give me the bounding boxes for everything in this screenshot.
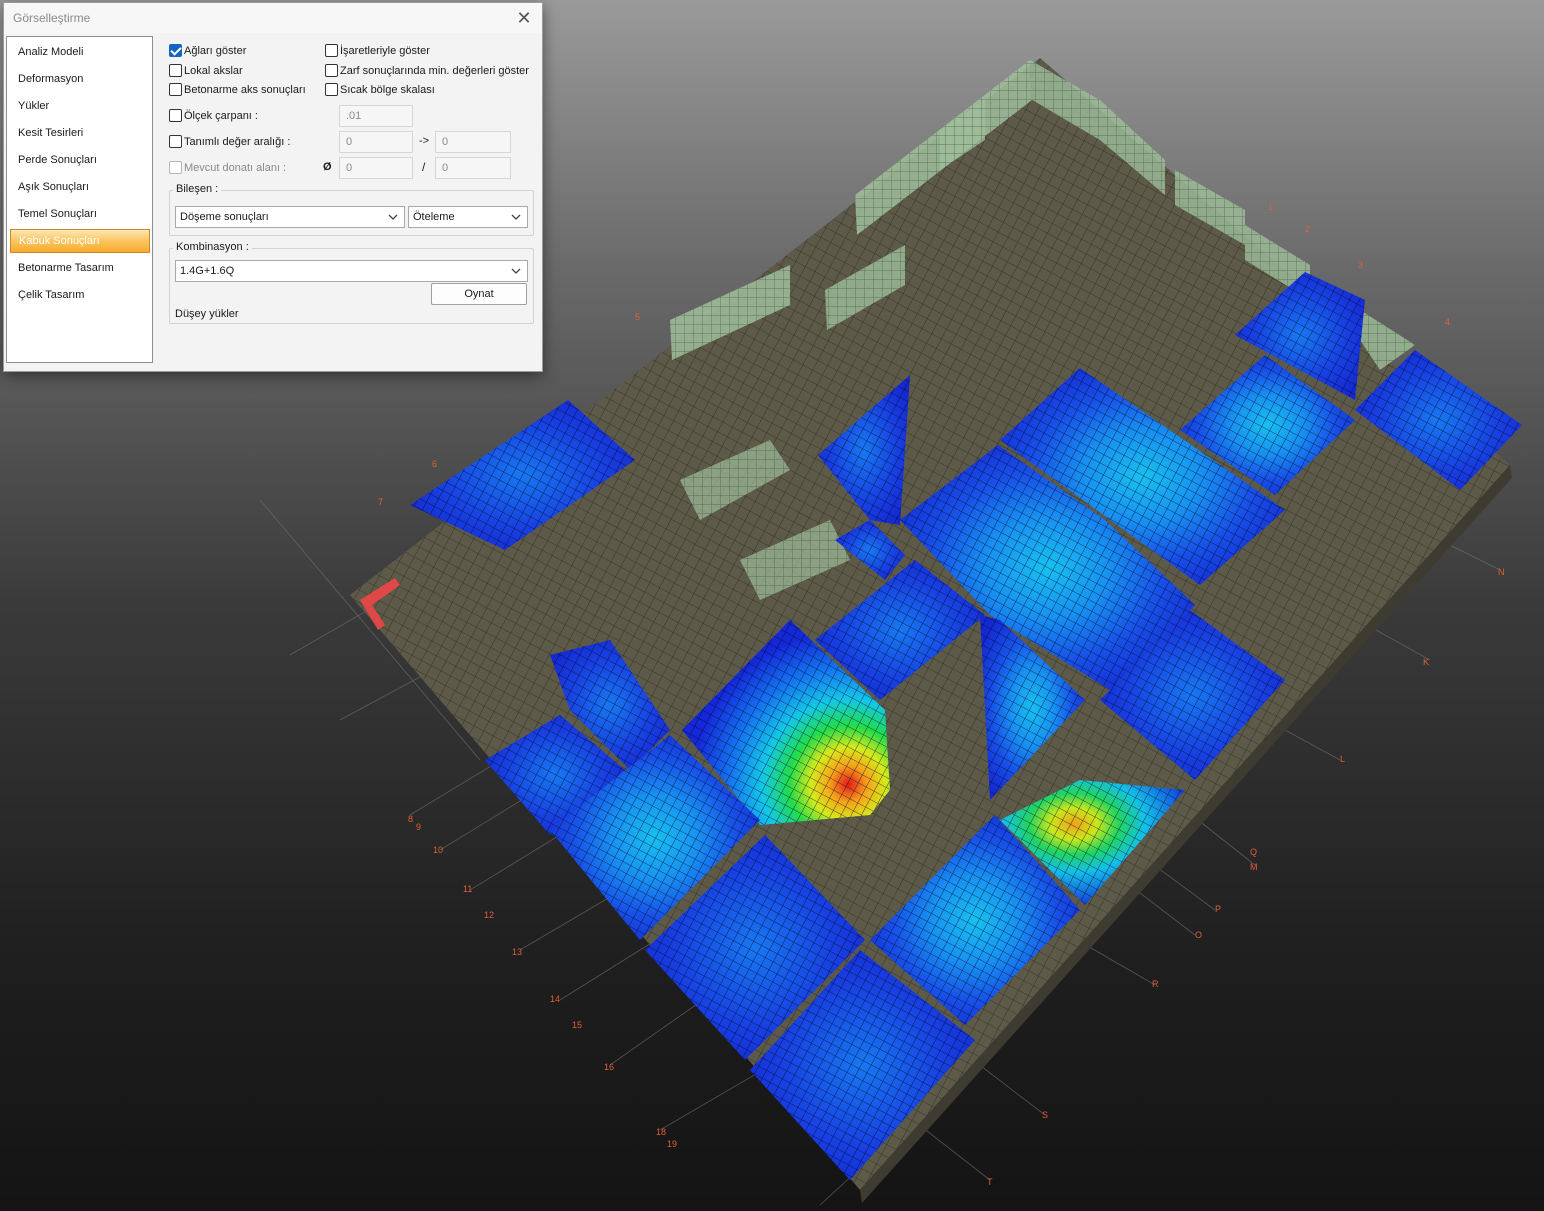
axis-label-6: 6 bbox=[432, 459, 437, 469]
axis-label-s: S bbox=[1042, 1110, 1048, 1120]
dialog-titlebar[interactable]: Görselleştirme ✕ bbox=[4, 3, 542, 33]
scale-factor-checkbox[interactable]: Ölçek çarpanı : bbox=[169, 109, 258, 125]
existing-rebar-checkbox[interactable]: Mevcut donatı alanı : bbox=[169, 161, 286, 177]
axis-label-m: M bbox=[1250, 862, 1258, 872]
category-list: Analiz Modeli Deformasyon Yükler Kesit T… bbox=[6, 36, 153, 363]
chevron-down-icon bbox=[511, 214, 521, 220]
defined-range-label: Tanımlı değer aralığı : bbox=[184, 136, 291, 148]
options-panel: Ağları göster Lokal akslar Betonarme aks… bbox=[166, 36, 536, 336]
nav-item-wall-results[interactable]: Perde Sonuçları bbox=[10, 148, 150, 172]
nav-item-analysis-model[interactable]: Analiz Modeli bbox=[10, 40, 150, 64]
rebar-diameter-input[interactable]: 0 bbox=[339, 157, 413, 179]
nav-item-loads[interactable]: Yükler bbox=[10, 94, 150, 118]
rc-axis-results-checkbox[interactable]: Betonarme aks sonuçları bbox=[169, 83, 306, 99]
diameter-symbol: Ø bbox=[323, 161, 332, 173]
combination-label: Kombinasyon : bbox=[173, 241, 252, 253]
show-with-signs-label: İşaretleriyle göster bbox=[340, 45, 430, 57]
axis-label-14: 14 bbox=[550, 994, 560, 1004]
range-to-input[interactable]: 0 bbox=[435, 131, 511, 153]
close-button[interactable]: ✕ bbox=[510, 5, 538, 31]
axis-label-2: 2 bbox=[1305, 224, 1310, 234]
checkbox-box bbox=[325, 44, 338, 57]
result-type-select[interactable]: Döşeme sonuçları bbox=[175, 206, 405, 228]
axis-label-18: 18 bbox=[656, 1127, 666, 1137]
axis-label-4: 4 bbox=[1445, 317, 1450, 327]
checkbox-box bbox=[169, 135, 182, 148]
range-from-input[interactable]: 0 bbox=[339, 131, 413, 153]
local-axes-checkbox[interactable]: Lokal akslar bbox=[169, 64, 243, 80]
hot-zone-scale-label: Sıcak bölge skalası bbox=[340, 84, 435, 96]
checkbox-box bbox=[169, 44, 182, 57]
axis-label-l: L bbox=[1340, 754, 1345, 764]
range-arrow: -> bbox=[419, 135, 430, 147]
chevron-down-icon bbox=[511, 268, 521, 274]
existing-rebar-label: Mevcut donatı alanı : bbox=[184, 162, 287, 174]
combination-status: Düşey yükler bbox=[175, 308, 239, 320]
axis-label-3: 3 bbox=[1358, 260, 1363, 270]
axis-label-1: 1 bbox=[1268, 202, 1273, 212]
envelope-min-checkbox[interactable]: Zarf sonuçlarında min. değerleri göster bbox=[325, 64, 529, 80]
axis-label-t: T bbox=[987, 1177, 993, 1187]
rc-axis-results-label: Betonarme aks sonuçları bbox=[184, 84, 306, 96]
result-type-value: Döşeme sonuçları bbox=[180, 211, 269, 223]
scale-factor-label: Ölçek çarpanı : bbox=[184, 110, 258, 122]
axis-label-7: 7 bbox=[378, 497, 383, 507]
hot-zone-scale-checkbox[interactable]: Sıcak bölge skalası bbox=[325, 83, 435, 99]
axis-label-10: 10 bbox=[433, 845, 443, 855]
checkbox-box bbox=[325, 64, 338, 77]
axis-label-5: 5 bbox=[635, 312, 640, 322]
axis-label-r: R bbox=[1152, 979, 1159, 989]
axis-label-q: Q bbox=[1250, 847, 1257, 857]
slash-separator: / bbox=[422, 160, 426, 174]
axis-label-15: 15 bbox=[572, 1020, 582, 1030]
nav-item-shell-results[interactable]: Kabuk Sonuçları bbox=[10, 229, 150, 253]
axis-label-19: 19 bbox=[667, 1139, 677, 1149]
play-button[interactable]: Oynat bbox=[431, 283, 527, 305]
chevron-down-icon bbox=[388, 214, 398, 220]
checkbox-box bbox=[169, 64, 182, 77]
axis-label-n: N bbox=[1498, 567, 1505, 577]
checkbox-box bbox=[325, 83, 338, 96]
checkbox-box bbox=[169, 161, 182, 174]
quantity-select[interactable]: Öteleme bbox=[408, 206, 528, 228]
nav-item-purlin-results[interactable]: Aşık Sonuçları bbox=[10, 175, 150, 199]
nav-item-foundation-results[interactable]: Temel Sonuçları bbox=[10, 202, 150, 226]
nav-item-deformation[interactable]: Deformasyon bbox=[10, 67, 150, 91]
show-mesh-label: Ağları göster bbox=[184, 45, 247, 57]
checkbox-box bbox=[169, 83, 182, 96]
close-icon: ✕ bbox=[516, 8, 532, 28]
visualization-dialog: Görselleştirme ✕ Analiz Modeli Deformasy… bbox=[3, 2, 543, 372]
axis-label-12: 12 bbox=[484, 910, 494, 920]
axis-label-11: 11 bbox=[463, 884, 472, 894]
local-axes-label: Lokal akslar bbox=[184, 65, 243, 77]
axis-label-o: O bbox=[1195, 930, 1202, 940]
envelope-min-label: Zarf sonuçlarında min. değerleri göster bbox=[340, 65, 529, 77]
axis-label-16: 16 bbox=[604, 1062, 614, 1072]
axis-label-p: P bbox=[1215, 904, 1221, 914]
show-with-signs-checkbox[interactable]: İşaretleriyle göster bbox=[325, 44, 430, 60]
scale-factor-input[interactable]: .01 bbox=[339, 105, 413, 127]
dialog-title: Görselleştirme bbox=[13, 11, 91, 25]
axis-label-13: 13 bbox=[512, 947, 522, 957]
defined-range-checkbox[interactable]: Tanımlı değer aralığı : bbox=[169, 135, 290, 151]
combination-value: 1.4G+1.6Q bbox=[180, 265, 235, 277]
combination-select[interactable]: 1.4G+1.6Q bbox=[175, 260, 528, 282]
checkbox-box bbox=[169, 109, 182, 122]
nav-item-steel-design[interactable]: Çelik Tasarım bbox=[10, 283, 150, 307]
quantity-value: Öteleme bbox=[413, 211, 455, 223]
nav-item-section-forces[interactable]: Kesit Tesirleri bbox=[10, 121, 150, 145]
component-label: Bileşen : bbox=[173, 183, 222, 195]
axis-label-8: 8 bbox=[408, 814, 413, 824]
show-mesh-checkbox[interactable]: Ağları göster bbox=[169, 44, 246, 60]
axis-label-k: K bbox=[1423, 657, 1429, 667]
axis-label-9: 9 bbox=[416, 822, 421, 832]
nav-item-rc-design[interactable]: Betonarme Tasarım bbox=[10, 256, 150, 280]
rebar-spacing-input[interactable]: 0 bbox=[435, 157, 511, 179]
